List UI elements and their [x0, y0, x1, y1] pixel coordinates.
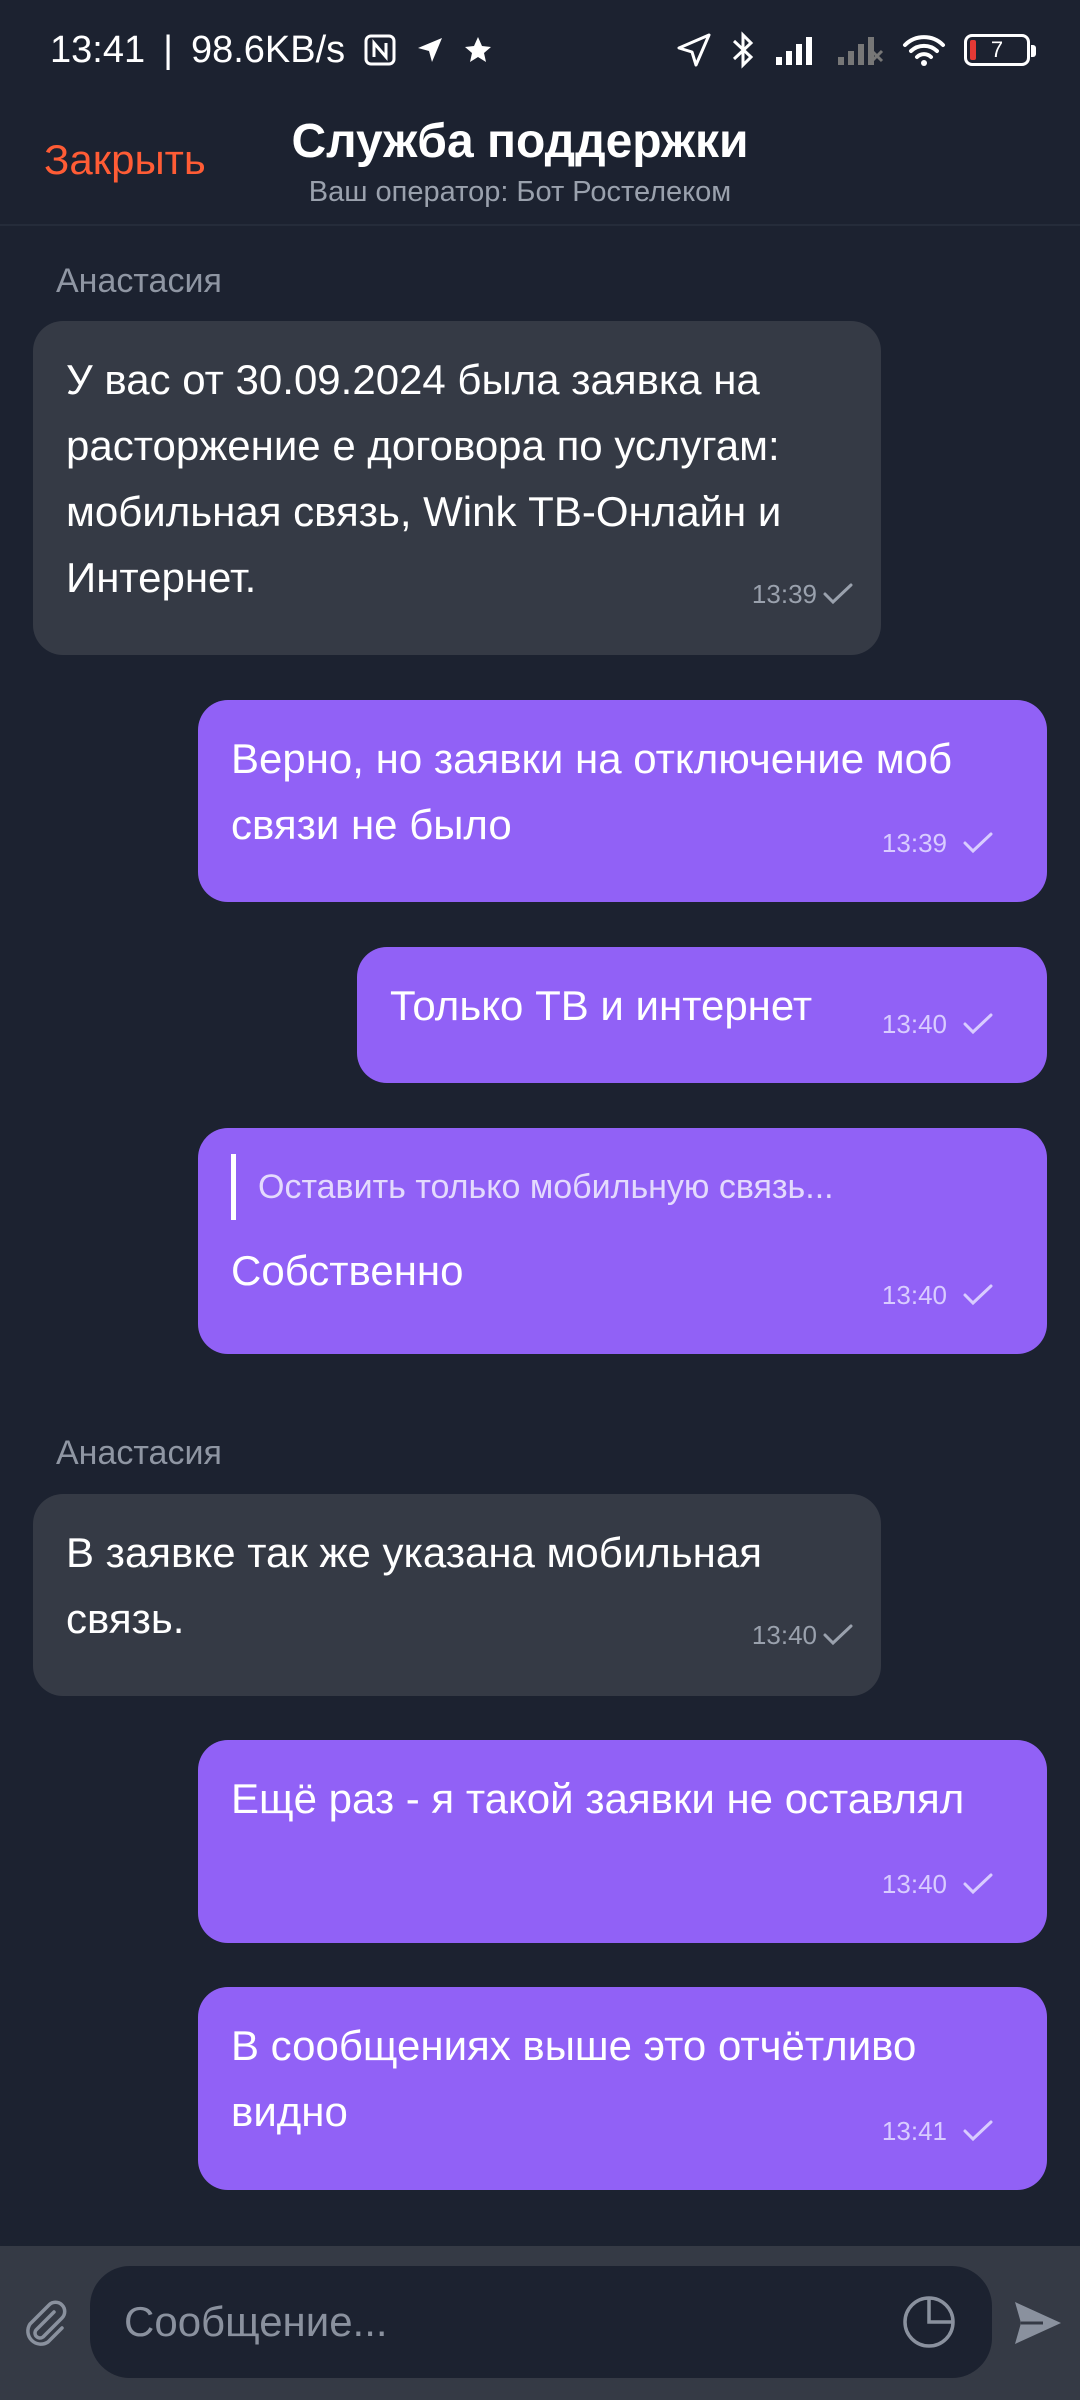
battery-fill [970, 40, 976, 60]
incoming-message[interactable]: В заявке так же указана мобильная связь.… [33, 1494, 881, 1696]
battery-icon: 7 [964, 34, 1036, 66]
message-time: 13:39 [881, 828, 947, 858]
message-meta: 13:39 [752, 561, 855, 627]
outgoing-message[interactable]: Верно, но заявки на отключение моб связи… [198, 700, 1047, 902]
read-check-icon [963, 1284, 993, 1306]
wifi-icon [902, 33, 946, 67]
signal-off-icon [836, 35, 884, 65]
status-bar-right: 7 [676, 31, 1036, 69]
message-meta: 13:39 [882, 810, 995, 876]
message-text: В заявке так же указана мобильная связь. [66, 1529, 762, 1642]
chat-header: Закрыть Служба поддержки Ваш оператор: Б… [0, 100, 1080, 226]
message-input-container [90, 2266, 992, 2378]
paperclip-icon[interactable] [20, 2298, 70, 2348]
message-text: У вас от 30.09.2024 была заявка на расто… [66, 356, 782, 601]
message-meta: 13:40 [882, 1262, 995, 1328]
message-meta: 13:40 [882, 991, 995, 1057]
message-meta: 13:40 [882, 1851, 995, 1917]
message-time: 13:40 [751, 1620, 817, 1650]
message-input[interactable] [124, 2298, 890, 2346]
sender-name: Анастасия [56, 1434, 222, 1472]
gps-icon [676, 32, 712, 68]
message-time: 13:41 [881, 2116, 947, 2146]
incoming-message[interactable]: У вас от 30.09.2024 была заявка на расто… [33, 321, 881, 655]
message-time: 13:39 [751, 579, 817, 609]
status-bar-left: 13:41 | 98.6KB/s [50, 29, 493, 72]
star-icon [463, 35, 493, 65]
battery-level: 7 [990, 37, 1004, 62]
status-time: 13:41 [50, 28, 146, 71]
message-time: 13:40 [881, 1009, 947, 1039]
outgoing-message[interactable]: В сообщениях выше это отчётливо видно 13… [198, 1987, 1047, 2190]
sticker-icon[interactable] [900, 2293, 958, 2351]
bluetooth-icon [730, 31, 756, 69]
message-text: Ещё раз - я такой заявки не оставлял [231, 1775, 965, 1822]
message-input-bar [0, 2246, 1080, 2400]
network-speed: 98.6KB/s [190, 28, 346, 71]
operator-subtitle: Ваш оператор: Бот Ростелеком [308, 176, 732, 208]
message-meta: 13:40 [752, 1602, 855, 1668]
reply-quote[interactable]: Оставить только мобильную связь... [231, 1154, 1015, 1220]
status-bar: 13:41 | 98.6KB/s 7 [0, 0, 1080, 100]
sender-name: Анастасия [56, 262, 222, 300]
message-time: 13:40 [881, 1869, 947, 1899]
read-check-icon [963, 832, 993, 854]
message-time: 13:40 [881, 1280, 947, 1310]
page-title: Служба поддержки [291, 115, 749, 168]
message-meta: 13:41 [882, 2098, 995, 2164]
read-check-icon [823, 1624, 853, 1646]
read-check-icon [963, 2120, 993, 2142]
quote-text: Оставить только мобильную связь... [258, 1168, 834, 1206]
read-check-icon [823, 583, 853, 605]
read-check-icon [963, 1013, 993, 1035]
location-arrow-icon [415, 35, 445, 65]
outgoing-message[interactable]: Оставить только мобильную связь... Собст… [198, 1128, 1047, 1354]
chat-screen: 13:41 | 98.6KB/s 7 Закрыть Служба поддер… [0, 0, 1080, 2400]
outgoing-message[interactable]: Ещё раз - я такой заявки не оставлял 13:… [198, 1740, 1047, 1943]
send-icon[interactable] [1012, 2298, 1064, 2348]
nfc-icon [363, 33, 397, 67]
signal-icon [774, 35, 818, 65]
status-separator: | [163, 28, 173, 71]
read-check-icon [963, 1873, 993, 1895]
outgoing-message[interactable]: Только ТВ и интернет 13:40 [357, 947, 1047, 1083]
